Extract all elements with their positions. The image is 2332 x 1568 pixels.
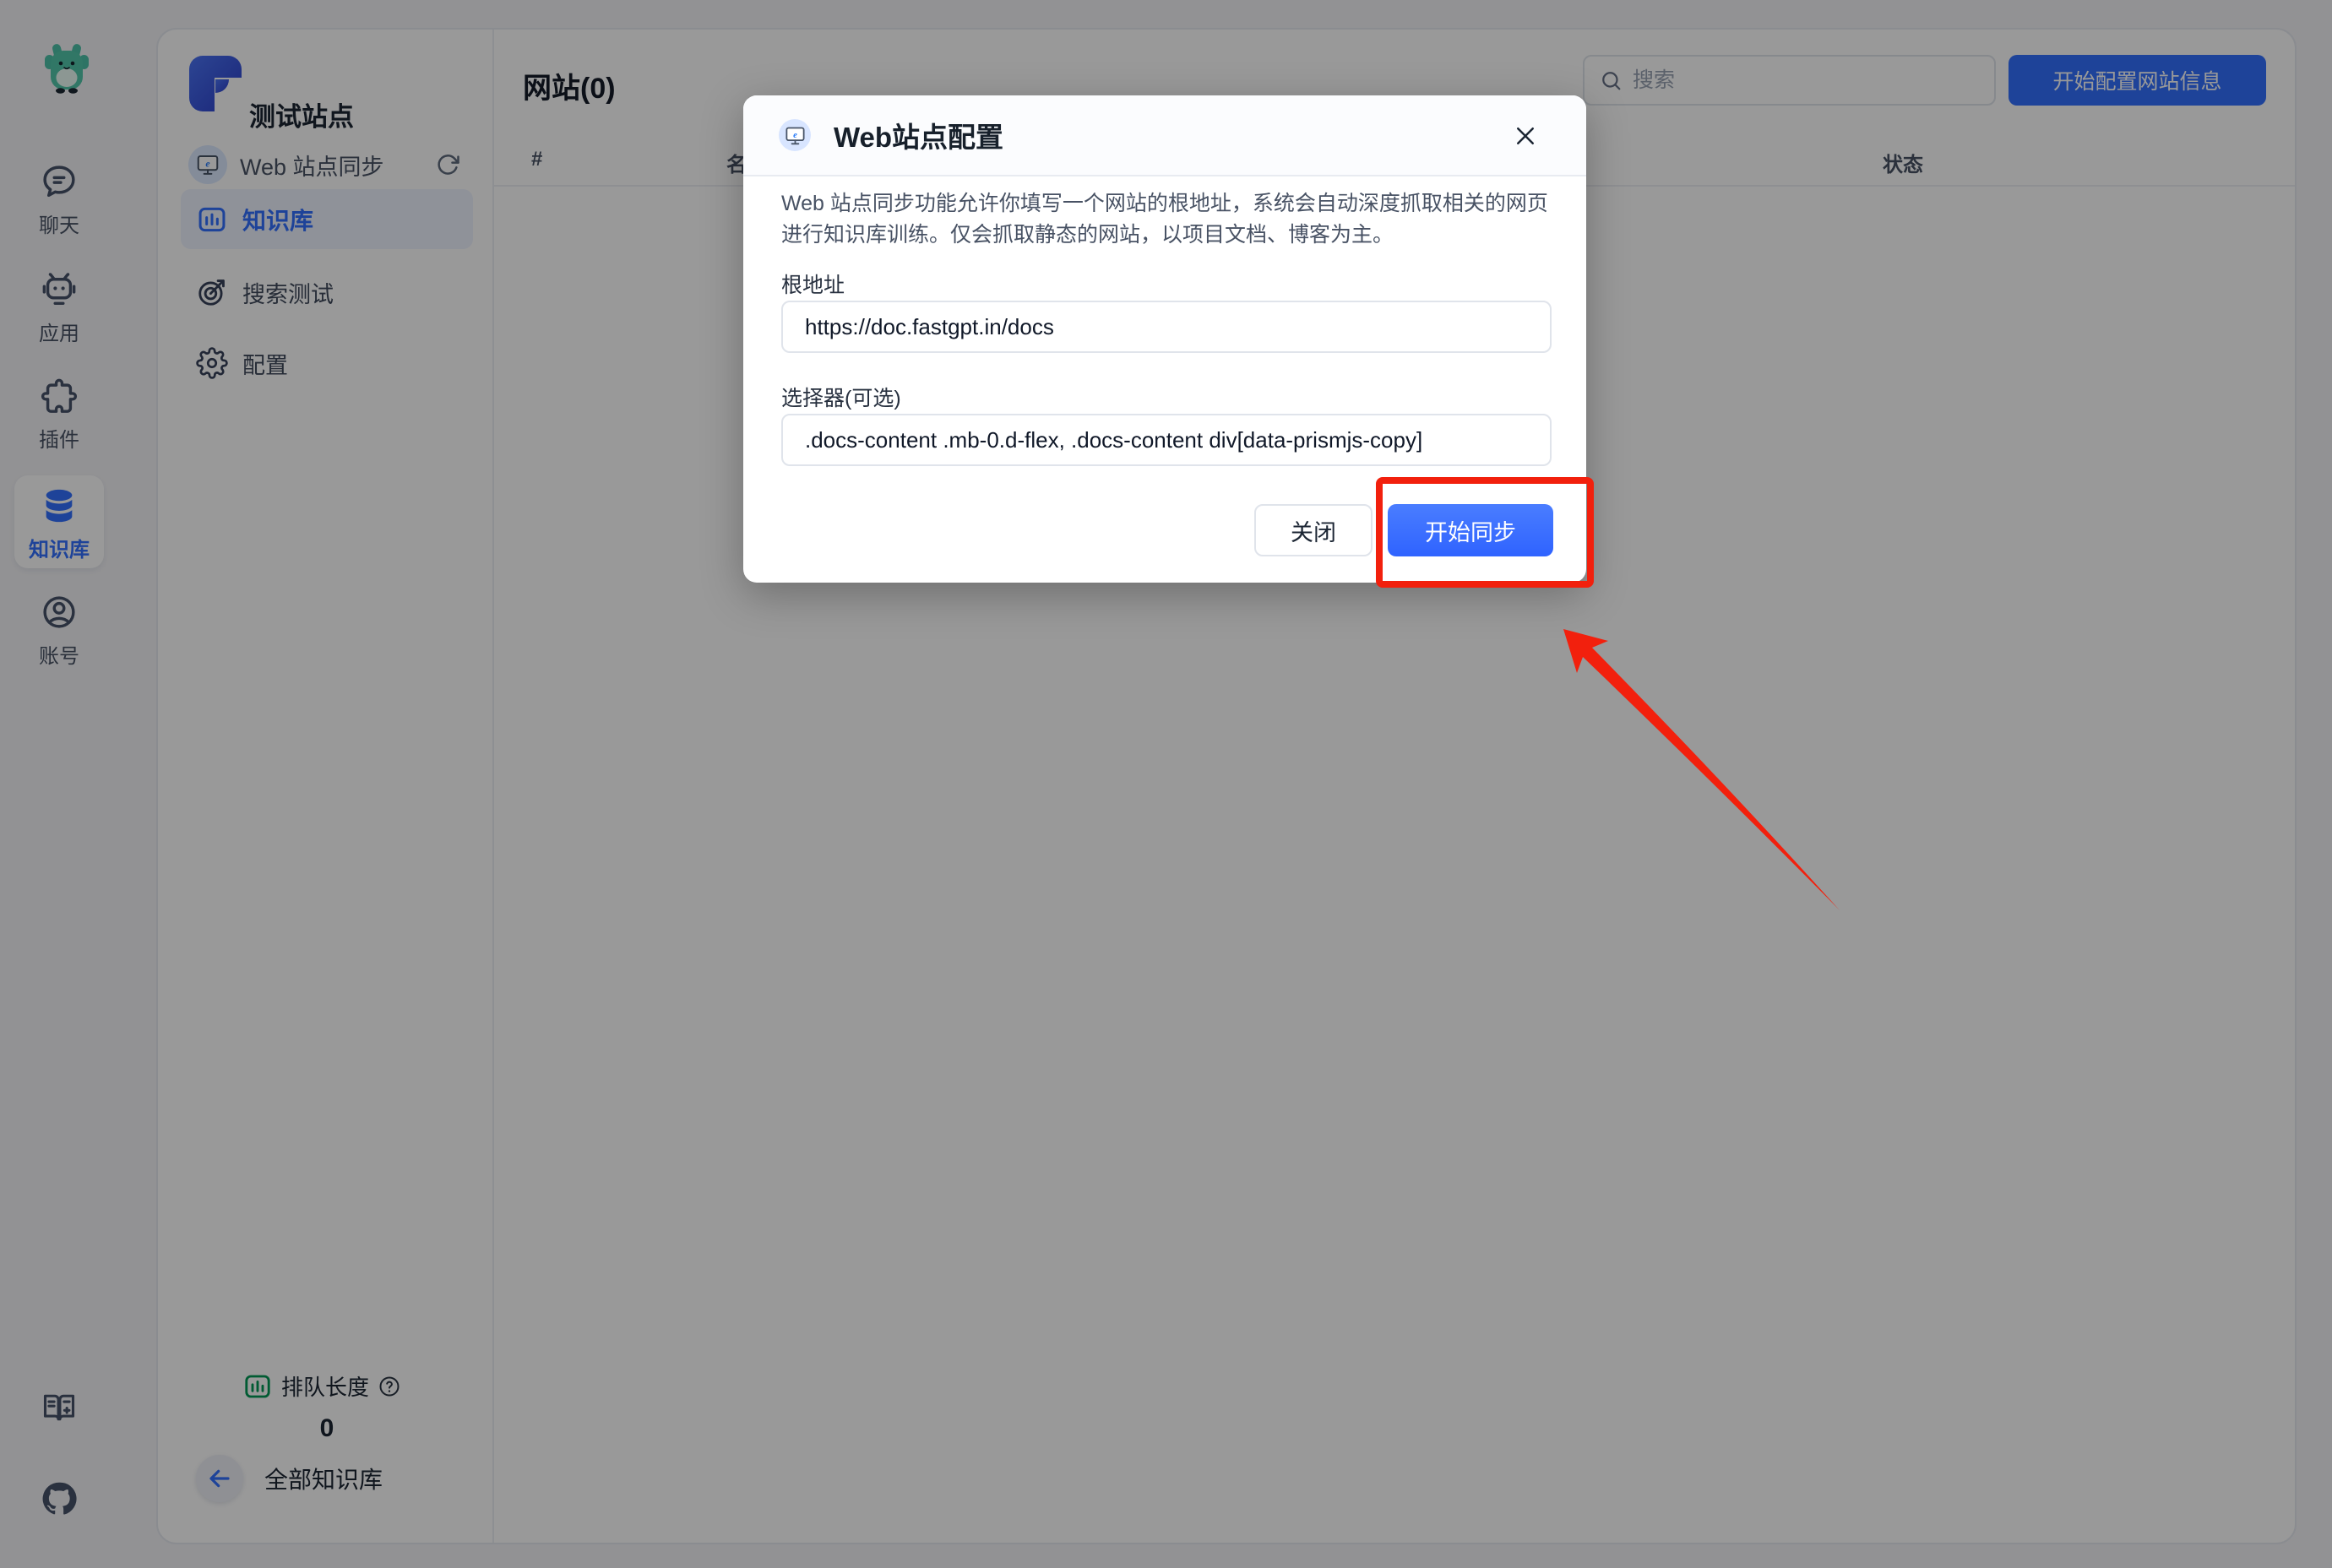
selector-input[interactable] xyxy=(781,414,1552,466)
website-config-icon: e xyxy=(779,119,811,151)
web-site-config-modal: e Web站点配置 Web 站点同步功能允许你填写一个网站的根地址，系统会自动深… xyxy=(743,95,1586,583)
close-button[interactable]: 关闭 xyxy=(1254,504,1373,556)
start-sync-button[interactable]: 开始同步 xyxy=(1388,504,1553,556)
root-url-input[interactable] xyxy=(781,301,1552,353)
svg-text:e: e xyxy=(793,129,797,139)
modal-description: Web 站点同步功能允许你填写一个网站的根地址，系统会自动深度抓取相关的网页进行… xyxy=(781,188,1557,251)
modal-header: e Web站点配置 xyxy=(743,95,1586,176)
root-url-label: 根地址 xyxy=(781,269,845,299)
modal-title: Web站点配置 xyxy=(834,115,1003,155)
selector-label: 选择器(可选) xyxy=(781,382,901,412)
close-icon[interactable] xyxy=(1508,119,1542,153)
